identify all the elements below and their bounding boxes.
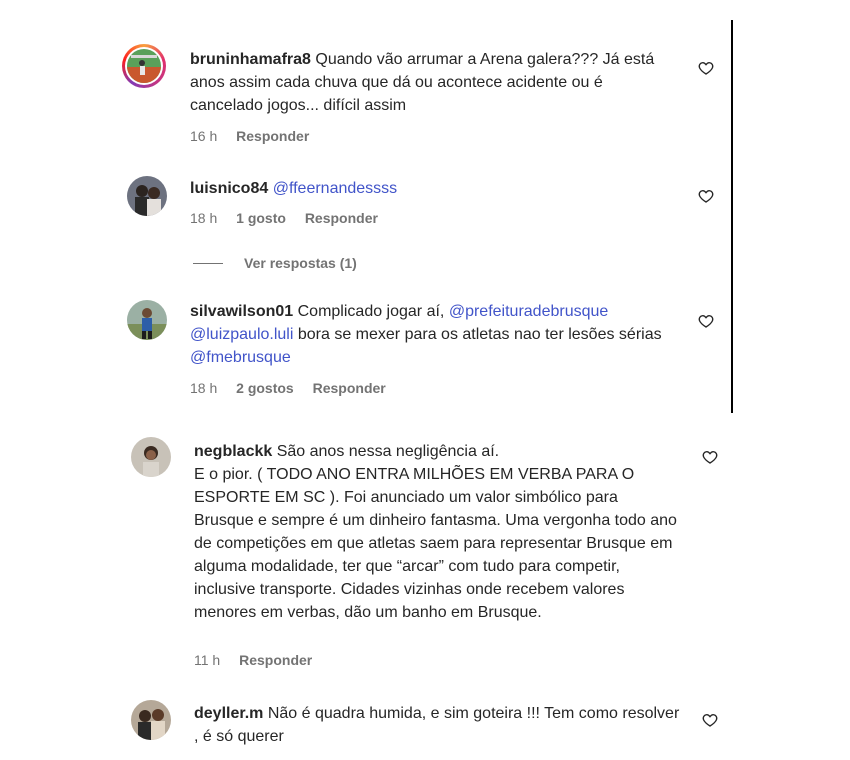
likes-count[interactable]: 2 gostos [236,380,294,396]
divider [193,263,223,264]
view-replies-label: Ver respostas (1) [244,255,357,271]
avatar[interactable] [131,700,171,740]
avatar-image [131,700,171,740]
like-button[interactable] [698,188,714,204]
comment-username[interactable]: deyller.m [194,705,263,722]
comment-body: bruninhamafra8 Quando vão arrumar a Aren… [190,48,680,117]
comment-body: silvawilson01 Complicado jogar aí, @pref… [190,300,680,369]
comment-meta: 16 h Responder [190,128,324,144]
comment-body: negblackk São anos nessa negligência aí.… [194,440,680,624]
like-button[interactable] [702,712,718,728]
comment-meta: 11 h Responder [194,652,327,668]
avatar-image [131,437,171,477]
comment-text: Complicado jogar aí, [297,303,445,320]
comment-text: bora se mexer para os atletas nao ter le… [297,326,662,343]
comment-time: 18 h [190,210,218,226]
comment-meta: 18 h 1 gosto Responder [190,210,393,226]
likes-count[interactable]: 1 gosto [236,210,286,226]
comment-username[interactable]: negblackk [194,443,272,460]
comment-text: São anos nessa negligência aí. [276,443,500,460]
scrollbar[interactable] [731,20,733,413]
like-button[interactable] [698,60,714,76]
reply-button[interactable]: Responder [236,128,309,144]
comment-text: E o pior. ( TODO ANO ENTRA MILHÕES EM VE… [194,466,677,621]
heart-outline-icon [698,190,714,203]
avatar-image [127,300,167,340]
avatar-image [127,176,167,216]
comment-time: 16 h [190,128,218,144]
reply-button[interactable]: Responder [305,210,378,226]
avatar[interactable] [122,44,166,88]
mention-link[interactable]: @ffeernandessss [273,180,397,197]
mention-link[interactable]: @luizpaulo.luli [190,326,293,343]
heart-outline-icon [698,62,714,75]
like-button[interactable] [702,449,718,465]
comment-username[interactable]: luisnico84 [190,180,268,197]
avatar[interactable] [131,437,171,477]
mention-link[interactable]: @prefeituradebrusque [449,303,608,320]
reply-button[interactable]: Responder [239,652,312,668]
like-button[interactable] [698,313,714,329]
comment-body: deyller.m Não é quadra humida, e sim got… [194,702,680,748]
heart-outline-icon [702,451,718,464]
comment-meta: 18 h 2 gostos Responder [190,380,401,396]
comment-body: luisnico84 @ffeernandessss [190,177,680,200]
comment-time: 18 h [190,380,218,396]
comment-username[interactable]: silvawilson01 [190,303,293,320]
avatar[interactable] [127,300,167,340]
mention-link[interactable]: @fmebrusque [190,349,291,366]
heart-outline-icon [698,315,714,328]
avatar-image [127,49,161,83]
comment-username[interactable]: bruninhamafra8 [190,51,311,68]
comment-text: Não é quadra humida, e sim goteira !!! T… [194,705,680,745]
comment-time: 11 h [194,652,221,668]
reply-button[interactable]: Responder [313,380,386,396]
heart-outline-icon [702,714,718,727]
avatar[interactable] [127,176,167,216]
